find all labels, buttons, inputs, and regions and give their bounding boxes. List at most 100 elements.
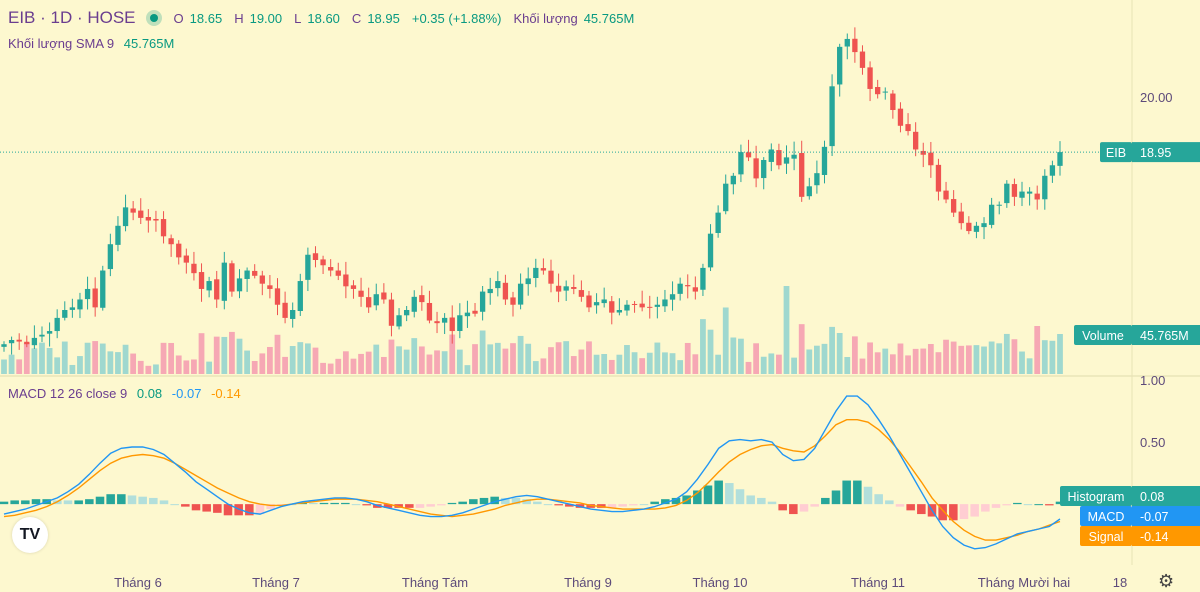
histogram-tag-value: 0.08 xyxy=(1140,490,1164,504)
candle-body xyxy=(84,288,91,300)
volume-bar xyxy=(107,351,114,374)
candle-body xyxy=(434,321,440,324)
volume-bar xyxy=(160,342,167,374)
volume-bar xyxy=(198,333,205,374)
histogram-bar xyxy=(437,504,446,506)
candle-body xyxy=(297,281,303,312)
volume-bar xyxy=(380,356,387,374)
volume-bar xyxy=(639,358,646,374)
volume-bar xyxy=(236,338,243,374)
histogram-bar xyxy=(213,504,222,513)
candle-body xyxy=(191,263,197,274)
candle-body xyxy=(92,288,98,308)
candle-body xyxy=(495,281,501,289)
candle-body xyxy=(852,38,858,53)
volume-bar xyxy=(677,360,684,374)
volume-bar xyxy=(23,343,30,374)
candle-body xyxy=(935,164,942,192)
stock-chart[interactable]: 20.00 1.00 0.50 EIB 18.95 Volume 45.765M Histog… xyxy=(0,0,1200,592)
candle-body xyxy=(966,222,972,232)
histogram-bar xyxy=(970,504,979,517)
volume-bar xyxy=(373,344,380,374)
candle-body xyxy=(403,310,410,316)
volume-bar xyxy=(502,348,509,374)
volume-bar xyxy=(662,352,668,374)
histogram-bar xyxy=(703,485,713,505)
histogram-bar xyxy=(629,504,638,506)
histogram-bar xyxy=(138,496,147,505)
candle-body xyxy=(905,124,911,132)
signal-line xyxy=(3,419,1061,541)
volume-bar xyxy=(456,349,463,374)
histogram-bar xyxy=(895,504,905,507)
settings-gear-icon[interactable]: ⚙ xyxy=(1158,571,1174,592)
candle-body xyxy=(244,270,250,279)
histogram-bar xyxy=(981,504,990,512)
volume-bar xyxy=(1003,333,1010,374)
candle-body xyxy=(145,217,152,221)
candle-body xyxy=(472,310,478,314)
candle-body xyxy=(441,317,448,323)
histogram-bar xyxy=(543,504,553,506)
volume-bar xyxy=(487,344,494,374)
histogram-bar xyxy=(735,489,745,505)
volume-bar xyxy=(84,342,91,374)
histogram-bar xyxy=(725,483,734,505)
volume-bar xyxy=(578,349,585,374)
candle-body xyxy=(814,173,820,186)
candle-body xyxy=(996,204,1002,206)
candle-body xyxy=(1042,175,1048,200)
volume-bar xyxy=(715,354,722,374)
histogram-bar xyxy=(778,504,787,511)
candle-body xyxy=(122,207,129,227)
histogram-bar xyxy=(917,504,926,515)
volume-bar xyxy=(859,358,866,374)
candle-body xyxy=(517,283,524,305)
volume-bar xyxy=(327,363,334,374)
histogram-bar xyxy=(757,497,766,505)
histogram-bar xyxy=(618,504,627,507)
volume-bar xyxy=(1041,340,1048,374)
candle-body xyxy=(745,152,752,158)
volume-bar xyxy=(168,342,175,374)
candle-body xyxy=(988,204,995,225)
volume-bar xyxy=(965,345,972,374)
volume-bar xyxy=(350,358,357,374)
volume-bar xyxy=(411,338,418,374)
candle-body xyxy=(563,286,569,291)
candle-body xyxy=(654,304,661,307)
histogram-bar xyxy=(821,497,830,505)
candle-body xyxy=(593,302,600,306)
x-axis-tick-label: Tháng 9 xyxy=(564,575,612,590)
volume-bar xyxy=(206,361,213,374)
histogram-bar xyxy=(959,504,969,520)
candle-body xyxy=(366,297,372,308)
volume-bar xyxy=(821,343,828,374)
candle-body xyxy=(533,267,539,279)
candle-body xyxy=(548,270,554,284)
volume-bar xyxy=(753,343,760,374)
candle-body xyxy=(912,131,919,150)
candle-body xyxy=(274,288,281,305)
tradingview-logo[interactable]: TV xyxy=(12,517,48,553)
histogram-bar xyxy=(767,501,777,505)
volume-bar xyxy=(935,352,942,374)
histogram-bar xyxy=(853,480,862,505)
volume-bar xyxy=(418,346,425,374)
volume-bar xyxy=(153,364,159,374)
histogram-bar xyxy=(309,502,318,505)
histogram-bar xyxy=(0,501,9,505)
candle-body xyxy=(753,158,759,179)
volume-bar xyxy=(738,338,744,374)
candle-body xyxy=(77,299,83,310)
histogram-bar xyxy=(1023,504,1033,506)
histogram-bar xyxy=(426,504,435,507)
macd-tag-label: MACD xyxy=(1088,510,1125,524)
candle-body xyxy=(1004,183,1010,204)
histogram-bar xyxy=(74,500,83,505)
histogram-bar xyxy=(1013,502,1022,505)
candle-body xyxy=(328,267,334,271)
volume-bar xyxy=(669,353,676,374)
volume-bar xyxy=(844,357,851,374)
volume-bar xyxy=(472,344,478,374)
